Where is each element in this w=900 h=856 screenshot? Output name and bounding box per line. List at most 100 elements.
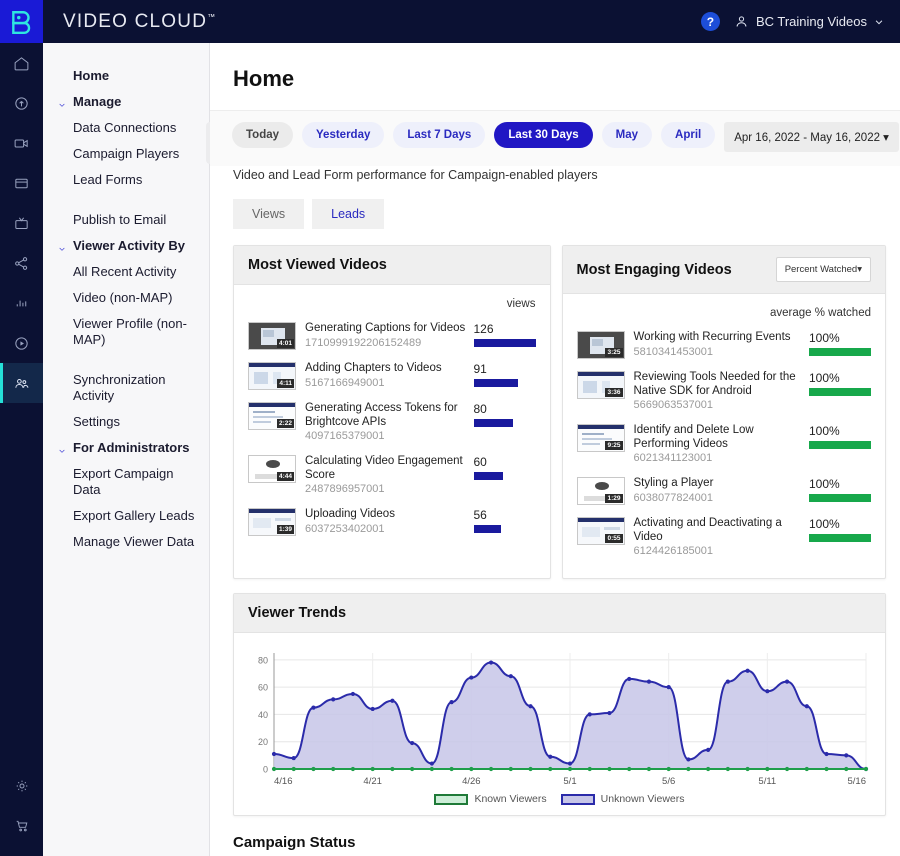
video-row[interactable]: 1:39Uploading Videos603725340200156 <box>248 502 536 542</box>
video-thumbnail[interactable]: 2:22 <box>248 402 296 430</box>
rail-item-video[interactable] <box>0 123 43 163</box>
video-row[interactable]: 2:22 Generating Access Tokens for Brightc… <box>248 396 536 449</box>
most-viewed-list: 4:01Generating Captions for Videos171099… <box>248 316 536 542</box>
video-thumbnail[interactable]: 0:55 <box>577 517 625 545</box>
video-row[interactable]: 4:44Calculating Video Engagement Score24… <box>248 449 536 502</box>
sidebar-item-label: Data Connections <box>73 120 176 135</box>
date-pill-last-30-days[interactable]: Last 30 Days <box>494 122 592 148</box>
sidebar-item-manage-viewer-data[interactable]: Manage Viewer Data <box>43 529 209 555</box>
rail-item-live[interactable] <box>0 323 43 363</box>
sidebar-item-viewer-activity-by[interactable]: Viewer Activity By <box>43 233 209 259</box>
video-row[interactable]: 9:25 Identify and Delete Low Performing V… <box>577 418 872 471</box>
chevron-down-icon <box>874 17 884 27</box>
sidebar-item-label: Export Gallery Leads <box>73 508 194 523</box>
rail-item-marketplace[interactable] <box>0 806 43 846</box>
video-title[interactable]: Generating Access Tokens for Brightcove … <box>305 402 466 429</box>
rail-item-settings[interactable] <box>0 766 43 806</box>
account-menu[interactable]: BC Training Videos <box>734 14 884 29</box>
video-title[interactable]: Working with Recurring Events <box>634 331 802 345</box>
video-row[interactable]: 3:36 Reviewing Tools Needed for the Nativ… <box>577 365 872 418</box>
video-camera-icon <box>13 135 30 152</box>
video-title[interactable]: Generating Captions for Videos <box>305 322 466 336</box>
sidebar-item-export-campaign-data[interactable]: Export Campaign Data <box>43 461 209 503</box>
video-row[interactable]: 4:11Adding Chapters to Videos51671669490… <box>248 356 536 396</box>
trend-chart-svg: 0204060804/164/214/265/15/65/115/16 <box>244 645 874 795</box>
sidebar-item-label: Manage Viewer Data <box>73 534 194 549</box>
date-pill-yesterday[interactable]: Yesterday <box>302 122 384 148</box>
tab-leads[interactable]: Leads <box>312 199 384 229</box>
sidebar-item-manage[interactable]: Manage <box>43 89 209 115</box>
sidebar-item-home[interactable]: Home <box>43 63 209 89</box>
video-duration: 4:11 <box>277 379 294 388</box>
sidebar-item-viewer-profile-non-map[interactable]: Viewer Profile (non-MAP) <box>43 311 209 353</box>
video-title[interactable]: Reviewing Tools Needed for the Native SD… <box>634 371 802 398</box>
video-info: Generating Captions for Videos1710999192… <box>296 322 474 350</box>
sidebar-item-video-non-map[interactable]: Video (non-MAP) <box>43 285 209 311</box>
video-thumbnail[interactable]: 4:11 <box>248 362 296 390</box>
metric-bar <box>809 388 871 396</box>
date-pill-april[interactable]: April <box>661 122 715 148</box>
sidebar-item-settings[interactable]: Settings <box>43 409 209 435</box>
card-header: Viewer Trends <box>234 594 885 633</box>
rail-item-analytics[interactable] <box>0 283 43 323</box>
sidebar-item-publish-to-email[interactable]: Publish to Email <box>43 207 209 233</box>
sidebar-item-campaign-players[interactable]: Campaign Players <box>43 141 209 167</box>
video-id: 6038077824001 <box>634 491 802 505</box>
most-engaging-list: 3:25Working with Recurring Events5810341… <box>577 325 872 564</box>
video-title[interactable]: Uploading Videos <box>305 508 466 522</box>
viewer-trends-wrap: Viewer Trends 0204060804/164/214/265/15/… <box>210 579 900 816</box>
metric-bar <box>474 419 513 427</box>
date-pill-today[interactable]: Today <box>232 122 293 148</box>
video-info: Adding Chapters to Videos5167166949001 <box>296 362 474 390</box>
rail-item-social[interactable] <box>0 243 43 283</box>
video-info: Uploading Videos6037253402001 <box>296 508 474 536</box>
date-range-picker[interactable]: Apr 16, 2022 - May 16, 2022 ▾ <box>724 122 899 152</box>
brightcove-logo[interactable] <box>0 0 43 43</box>
help-icon[interactable]: ? <box>701 12 720 31</box>
video-title[interactable]: Styling a Player <box>634 477 802 491</box>
video-thumbnail[interactable]: 4:44 <box>248 455 296 483</box>
rail-item-upload[interactable] <box>0 83 43 123</box>
sidebar-item-lead-forms[interactable]: Lead Forms <box>43 167 209 193</box>
metric-bar <box>474 379 519 387</box>
sidebar-item-all-recent-activity[interactable]: All Recent Activity <box>43 259 209 285</box>
svg-text:4/26: 4/26 <box>462 776 481 787</box>
video-row[interactable]: 3:25Working with Recurring Events5810341… <box>577 325 872 365</box>
sidebar-item-synchronization-activity[interactable]: Synchronization Activity <box>43 367 209 409</box>
metric-bar <box>809 494 871 502</box>
video-thumbnail[interactable]: 3:36 <box>577 371 625 399</box>
date-pill-may[interactable]: May <box>602 122 652 148</box>
tab-views[interactable]: Views <box>233 199 304 229</box>
video-row[interactable]: 1:29 Styling a Player6038077824001 100% <box>577 471 872 511</box>
video-title[interactable]: Activating and Deactivating a Video <box>634 517 802 544</box>
top-bar: VIDEO CLOUD™ ? BC Training Videos <box>0 0 900 43</box>
video-thumbnail[interactable]: 4:01 <box>248 322 296 350</box>
sidebar-item-data-connections[interactable]: Data Connections <box>43 115 209 141</box>
video-thumbnail[interactable]: 1:39 <box>248 508 296 536</box>
video-title[interactable]: Adding Chapters to Videos <box>305 362 466 376</box>
icon-rail <box>0 43 43 856</box>
video-thumbnail[interactable]: 1:29 <box>577 477 625 505</box>
video-id: 2487896957001 <box>305 482 466 496</box>
date-pill-last-7-days[interactable]: Last 7 Days <box>393 122 485 148</box>
video-thumbnail[interactable]: 3:25 <box>577 331 625 359</box>
rail-item-library[interactable] <box>0 163 43 203</box>
rail-item-audience[interactable] <box>0 363 43 403</box>
engagement-metric-select[interactable]: Percent Watched ▾ <box>776 257 871 282</box>
rail-item-home[interactable] <box>0 43 43 83</box>
rail-item-gallery[interactable] <box>0 203 43 243</box>
metric-value: 100% <box>809 477 871 491</box>
metric-bar <box>809 534 871 542</box>
most-viewed-body: views 4:01Generating Captions for Videos… <box>234 285 550 556</box>
upload-cloud-icon <box>13 95 30 112</box>
page-subtitle: Video and Lead Form performance for Camp… <box>210 168 900 182</box>
video-title[interactable]: Calculating Video Engagement Score <box>305 455 466 482</box>
video-title[interactable]: Identify and Delete Low Performing Video… <box>634 424 802 451</box>
video-row[interactable]: 0:55Activating and Deactivating a Video6… <box>577 511 872 564</box>
metric-value: 91 <box>474 362 536 376</box>
video-thumbnail[interactable]: 9:25 <box>577 424 625 452</box>
video-info: Calculating Video Engagement Score248789… <box>296 455 474 496</box>
sidebar-item-for-administrators[interactable]: For Administrators <box>43 435 209 461</box>
video-row[interactable]: 4:01Generating Captions for Videos171099… <box>248 316 536 356</box>
sidebar-item-export-gallery-leads[interactable]: Export Gallery Leads <box>43 503 209 529</box>
